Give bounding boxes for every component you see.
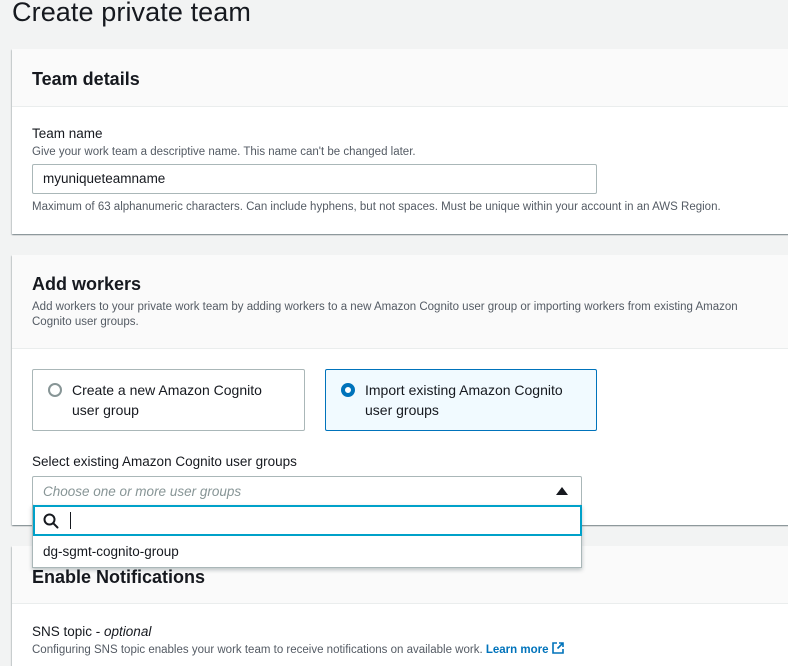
sns-topic-optional: optional xyxy=(104,624,152,639)
create-new-line1: Create a new Amazon Cognito xyxy=(72,382,262,398)
user-groups-multiselect[interactable]: Choose one or more user groups xyxy=(32,476,582,506)
add-workers-description-line2: Cognito user groups. xyxy=(32,316,139,328)
learn-more-link[interactable]: Learn more xyxy=(486,644,549,656)
user-groups-placeholder: Choose one or more user groups xyxy=(43,484,242,499)
sns-topic-label: SNS topic - optional xyxy=(32,624,152,639)
caret-up-icon[interactable] xyxy=(556,487,568,495)
radio-selected-icon[interactable] xyxy=(341,383,355,397)
add-workers-header: Add workers Add workers to your private … xyxy=(12,255,788,349)
search-icon xyxy=(43,513,59,529)
dropdown-option[interactable]: dg-sgmt-cognito-group xyxy=(43,544,179,559)
import-existing-line2: user groups xyxy=(365,402,439,418)
create-new-cognito-group-tile[interactable]: Create a new Amazon Cognito user group xyxy=(32,369,305,431)
sns-topic-description: Configuring SNS topic enables your work … xyxy=(32,642,564,658)
team-name-input[interactable]: myuniqueteamname xyxy=(32,164,597,194)
team-details-title: Team details xyxy=(32,69,140,89)
import-existing-cognito-groups-tile[interactable]: Import existing Amazon Cognito user grou… xyxy=(325,369,597,431)
team-details-panel: Team details Team name Give your work te… xyxy=(12,49,788,234)
team-name-label: Team name xyxy=(32,126,103,141)
add-workers-title: Add workers xyxy=(32,274,142,294)
text-cursor xyxy=(70,512,71,529)
add-workers-description: Add workers to your private work team by… xyxy=(32,300,738,330)
page-title: Create private team xyxy=(12,0,252,27)
add-workers-description-line1: Add workers to your private work team by… xyxy=(32,301,738,313)
team-name-constraint: Maximum of 63 alphanumeric characters. C… xyxy=(32,201,721,213)
user-groups-dropdown: dg-sgmt-cognito-group xyxy=(32,505,582,568)
team-details-header: Team details xyxy=(12,49,788,107)
notifications-title: Enable Notifications xyxy=(32,567,206,587)
sns-description-text: Configuring SNS topic enables your work … xyxy=(32,644,483,656)
create-new-line2: user group xyxy=(72,402,139,418)
external-link-icon[interactable] xyxy=(551,642,564,654)
team-name-description: Give your work team a descriptive name. … xyxy=(32,146,416,158)
radio-unselected-icon[interactable] xyxy=(48,383,62,397)
sns-topic-label-text: SNS topic xyxy=(32,624,93,639)
select-user-groups-label: Select existing Amazon Cognito user grou… xyxy=(32,454,297,469)
add-workers-panel: Add workers Add workers to your private … xyxy=(12,255,788,525)
user-groups-filter-input[interactable] xyxy=(33,505,582,536)
import-existing-cognito-groups-label: Import existing Amazon Cognito user grou… xyxy=(365,380,563,420)
import-existing-line1: Import existing Amazon Cognito xyxy=(365,382,563,398)
create-new-cognito-group-label: Create a new Amazon Cognito user group xyxy=(72,380,262,420)
